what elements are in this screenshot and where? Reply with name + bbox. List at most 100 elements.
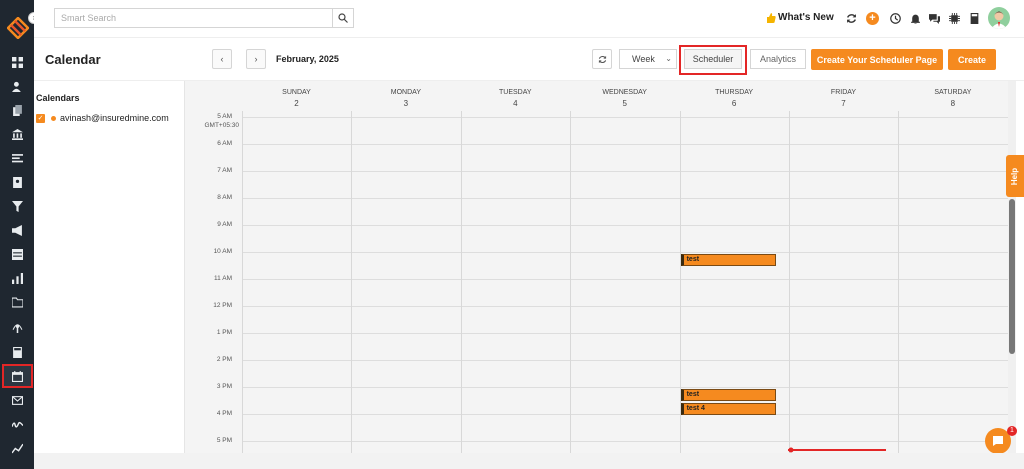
- app-window: › What's New +: [0, 0, 1024, 469]
- time-label: 5 AM: [217, 113, 232, 120]
- grid-scrollbar[interactable]: [1008, 81, 1016, 453]
- calendar-checkbox[interactable]: ✓: [36, 113, 45, 123]
- time-label: 6 AM: [217, 140, 232, 147]
- funnel-icon[interactable]: [0, 195, 34, 217]
- hour-line: [242, 360, 1008, 361]
- top-bar: What's New +: [34, 0, 1024, 38]
- day-column-line: [460, 111, 462, 453]
- day-column-line: [242, 111, 243, 453]
- calendar-event[interactable]: test: [680, 389, 776, 401]
- mail-icon[interactable]: [0, 389, 34, 411]
- time-label: 8 AM: [217, 194, 232, 201]
- help-tab[interactable]: Help: [1006, 155, 1024, 197]
- dashboard-icon[interactable]: [0, 51, 34, 73]
- day-name: TUESDAY: [499, 89, 532, 96]
- day-header-saturday: SATURDAY 8: [898, 87, 1007, 109]
- scheduler-button[interactable]: Scheduler: [684, 49, 742, 69]
- refresh-icon: [598, 55, 606, 63]
- day-header-thursday: THURSDAY 6: [680, 87, 789, 109]
- avatar-person-icon: [991, 11, 1007, 29]
- chat-unread-badge: 1: [1007, 426, 1017, 436]
- contacts-icon[interactable]: [0, 75, 34, 97]
- time-label: 4 PM: [216, 410, 232, 417]
- documents-icon[interactable]: [0, 99, 34, 121]
- day-header-tuesday: TUESDAY 4: [461, 87, 570, 109]
- left-nav-rail: ›: [0, 0, 40, 469]
- hour-line: [242, 279, 1008, 280]
- day-header-row: SUNDAY 2 MONDAY 3 TUESDAY 4 WEDNESDAY 5 THURSDAY…: [242, 81, 1008, 111]
- hour-line: [242, 117, 1008, 118]
- user-avatar[interactable]: [988, 7, 1010, 29]
- hour-line: [242, 387, 1008, 388]
- time-label: 10 AM: [213, 248, 232, 255]
- search-button[interactable]: [332, 8, 354, 28]
- view-select[interactable]: Week ⌄: [619, 49, 677, 69]
- calendar-nav-icon[interactable]: [2, 364, 33, 388]
- hour-line: [242, 414, 1008, 415]
- day-number: 6: [731, 99, 737, 108]
- day-number: 3: [403, 99, 409, 108]
- calendar-event[interactable]: test 4: [680, 402, 776, 415]
- day-number: 2: [294, 99, 299, 108]
- day-header-sunday: SUNDAY 2: [242, 87, 351, 109]
- day-header-friday: FRIDAY 7: [789, 87, 898, 109]
- calendar-email: avinash@insuredmine.com: [60, 113, 169, 123]
- day-name: SUNDAY: [282, 89, 311, 96]
- signature-icon[interactable]: [0, 413, 34, 435]
- create-scheduler-page-button[interactable]: Create Your Scheduler Page: [811, 49, 943, 70]
- bar-chart-icon[interactable]: [0, 267, 34, 289]
- prev-week-button[interactable]: ‹: [212, 49, 232, 69]
- chevron-down-icon: ⌄: [665, 54, 672, 63]
- time-label: 1 PM: [216, 329, 232, 336]
- day-name: WEDNESDAY: [602, 89, 647, 96]
- insuredmine-logo: [7, 17, 29, 39]
- bell-icon[interactable]: [909, 12, 921, 24]
- line-chart-icon[interactable]: [0, 437, 34, 459]
- smart-search-input[interactable]: [54, 8, 353, 28]
- scrollbar-thumb[interactable]: [1009, 199, 1015, 354]
- time-label: 9 AM: [217, 221, 232, 228]
- day-column-line: [789, 111, 790, 453]
- list-icon[interactable]: [0, 147, 34, 169]
- calendar-item[interactable]: ✓ avinash@insuredmine.com: [36, 113, 169, 123]
- chip-icon[interactable]: [948, 12, 960, 24]
- chat-bubbles-icon[interactable]: [928, 12, 940, 24]
- day-column-line: [351, 111, 353, 453]
- calendar-color-dot: [51, 115, 56, 121]
- broadcast-icon[interactable]: [0, 316, 34, 338]
- search-icon: [338, 13, 348, 23]
- hour-line: [242, 441, 1008, 442]
- hour-line: [242, 198, 1008, 199]
- folder-icon[interactable]: [0, 291, 34, 313]
- create-button[interactable]: Create: [948, 49, 996, 70]
- time-label: 2 PM: [216, 356, 232, 363]
- megaphone-icon[interactable]: [0, 219, 34, 241]
- quick-add-icon[interactable]: +: [866, 12, 879, 25]
- next-week-button[interactable]: ›: [246, 49, 266, 69]
- timezone-label: GMT+05:30: [204, 122, 239, 129]
- calendar-event[interactable]: test: [680, 254, 776, 266]
- analytics-button[interactable]: Analytics: [750, 49, 806, 69]
- bank-icon[interactable]: [0, 123, 34, 145]
- day-header-wednesday: WEDNESDAY 5: [570, 87, 679, 109]
- calendar-header: Calendar ‹ › February, 2025 Week ⌄ Sched…: [34, 38, 1024, 81]
- whats-new-label: What's New: [778, 12, 834, 23]
- day-name: THURSDAY: [715, 89, 754, 96]
- clock-icon[interactable]: [889, 12, 901, 24]
- address-book-icon[interactable]: [0, 171, 34, 193]
- bottom-strip: [34, 453, 1024, 469]
- day-number: 8: [950, 99, 956, 108]
- day-name: MONDAY: [390, 89, 421, 96]
- calculator-top-icon[interactable]: [968, 12, 980, 24]
- grid-body[interactable]: test test test 4: [242, 111, 1008, 453]
- calculator-icon[interactable]: [0, 341, 34, 363]
- calendars-panel: Calendars ✓ avinash@insuredmine.com: [34, 81, 185, 453]
- time-label: 7 AM: [217, 167, 232, 174]
- whats-new-link[interactable]: What's New: [766, 12, 834, 23]
- current-month-label: February, 2025: [276, 54, 339, 64]
- day-name: FRIDAY: [830, 89, 857, 96]
- time-gutter: 5 AM GMT+05:30 6 AM 7 AM 8 AM 9 AM 10 AM 11 AM 1…: [185, 111, 242, 453]
- refresh-button[interactable]: [592, 49, 612, 69]
- table-icon[interactable]: [0, 243, 34, 265]
- sync-icon[interactable]: [845, 12, 857, 24]
